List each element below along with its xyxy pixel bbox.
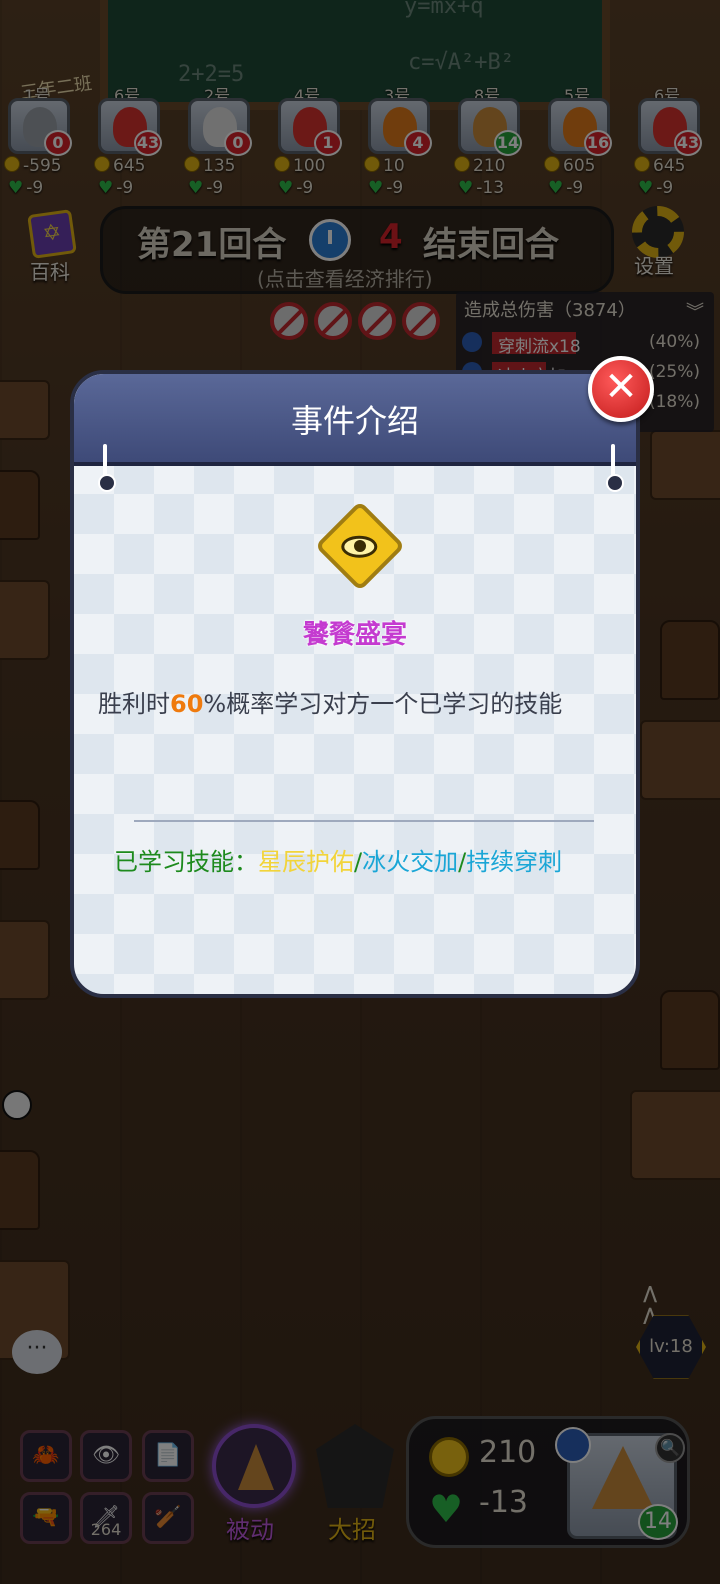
desc-after: %概率学习对方一个已学习的技能: [203, 690, 563, 718]
separator: /: [458, 848, 467, 876]
event-description: 胜利时60%概率学习对方一个已学习的技能: [98, 684, 618, 719]
learned-skills: 已学习技能：星辰护佑/冰火交加/持续穿刺: [114, 842, 636, 877]
desc-before: 胜利时: [98, 690, 170, 718]
modal-title: 事件介绍: [290, 402, 419, 440]
learned-skill-3: 持续穿刺: [466, 848, 563, 876]
event-modal: 事件介绍 饕餮盛宴 胜利时60%概率学习对方一个已学习的技能 已学习技能：星辰护…: [70, 370, 640, 998]
pin-icon: [98, 444, 116, 492]
event-name: 饕餮盛宴: [302, 620, 407, 650]
learned-label: 已学习技能：: [114, 848, 258, 876]
divider: [134, 820, 594, 822]
modal-header: 事件介绍: [74, 374, 636, 466]
desc-highlight: 60: [170, 690, 204, 718]
separator: /: [354, 848, 363, 876]
learned-skill-1: 星辰护佑: [258, 848, 354, 876]
pin-icon: [606, 444, 624, 492]
learned-skill-2: 冰火交加: [362, 848, 459, 876]
close-button[interactable]: ✕: [588, 356, 654, 422]
